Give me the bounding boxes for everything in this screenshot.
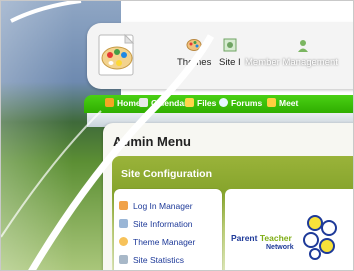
nav-calendar-label: Calendar <box>151 98 188 108</box>
nav-home-label: Home <box>117 98 141 108</box>
site-info-icon <box>223 38 237 52</box>
nav-meetings-label: Meet <box>279 98 299 108</box>
menu-item-theme-manager[interactable]: Theme Manager <box>119 237 195 247</box>
menu-item-site-statistics[interactable]: Site Statistics <box>119 255 184 265</box>
themes-icon <box>186 39 202 51</box>
toolbar-site-info[interactable]: Site I <box>219 37 241 68</box>
puzzle-logo-icon <box>303 215 337 260</box>
nav-forums[interactable]: Forums <box>219 98 262 108</box>
member-management-icon <box>298 40 308 52</box>
login-manager-icon <box>119 201 128 210</box>
admin-menu-title: Admin Menu <box>113 134 191 149</box>
theme-manager-icon <box>119 237 128 246</box>
menu-item-label: Site Information <box>133 219 193 229</box>
meetings-icon <box>267 98 276 107</box>
menu-item-label: Theme Manager <box>133 237 196 247</box>
toolbar-site-info-label: Site I <box>219 57 241 68</box>
nav-forums-label: Forums <box>231 98 263 108</box>
logo-word-teacher: Teacher <box>259 233 292 243</box>
menu-item-log-in-manager[interactable]: Log In Manager <box>119 201 193 211</box>
menu-item-site-information[interactable]: Site Information <box>119 219 193 229</box>
calendar-icon <box>139 98 148 107</box>
site-statistics-icon <box>119 255 128 264</box>
nav-home[interactable]: Home <box>105 98 141 108</box>
paint-palette-icon <box>98 33 135 76</box>
nav-meetings[interactable]: Meet <box>267 98 298 108</box>
screenshot-frame: Themes Site I Member Management Home Cal… <box>0 0 354 271</box>
nav-files-label: Files <box>197 98 217 108</box>
toolbar-member-management-label: Member Management <box>245 57 338 68</box>
logo-text: Parent Teacher <box>231 233 292 243</box>
site-information-icon <box>119 219 128 228</box>
files-icon <box>185 98 194 107</box>
toolbar-themes-label: Themes <box>177 57 212 68</box>
forums-icon <box>219 98 228 107</box>
site-configuration-title: Site Configuration <box>121 168 212 180</box>
toolbar-themes[interactable]: Themes <box>177 37 211 68</box>
home-icon <box>105 98 114 107</box>
toolbar-member-management[interactable]: Member Management <box>245 37 338 68</box>
nav-files[interactable]: Files <box>185 98 216 108</box>
menu-item-label: Site Statistics <box>133 255 185 265</box>
logo-word-parent: Parent <box>231 233 258 243</box>
menu-item-label: Log In Manager <box>133 201 193 211</box>
logo-word-network: Network <box>266 244 294 251</box>
nav-calendar[interactable]: Calendar <box>139 98 187 108</box>
